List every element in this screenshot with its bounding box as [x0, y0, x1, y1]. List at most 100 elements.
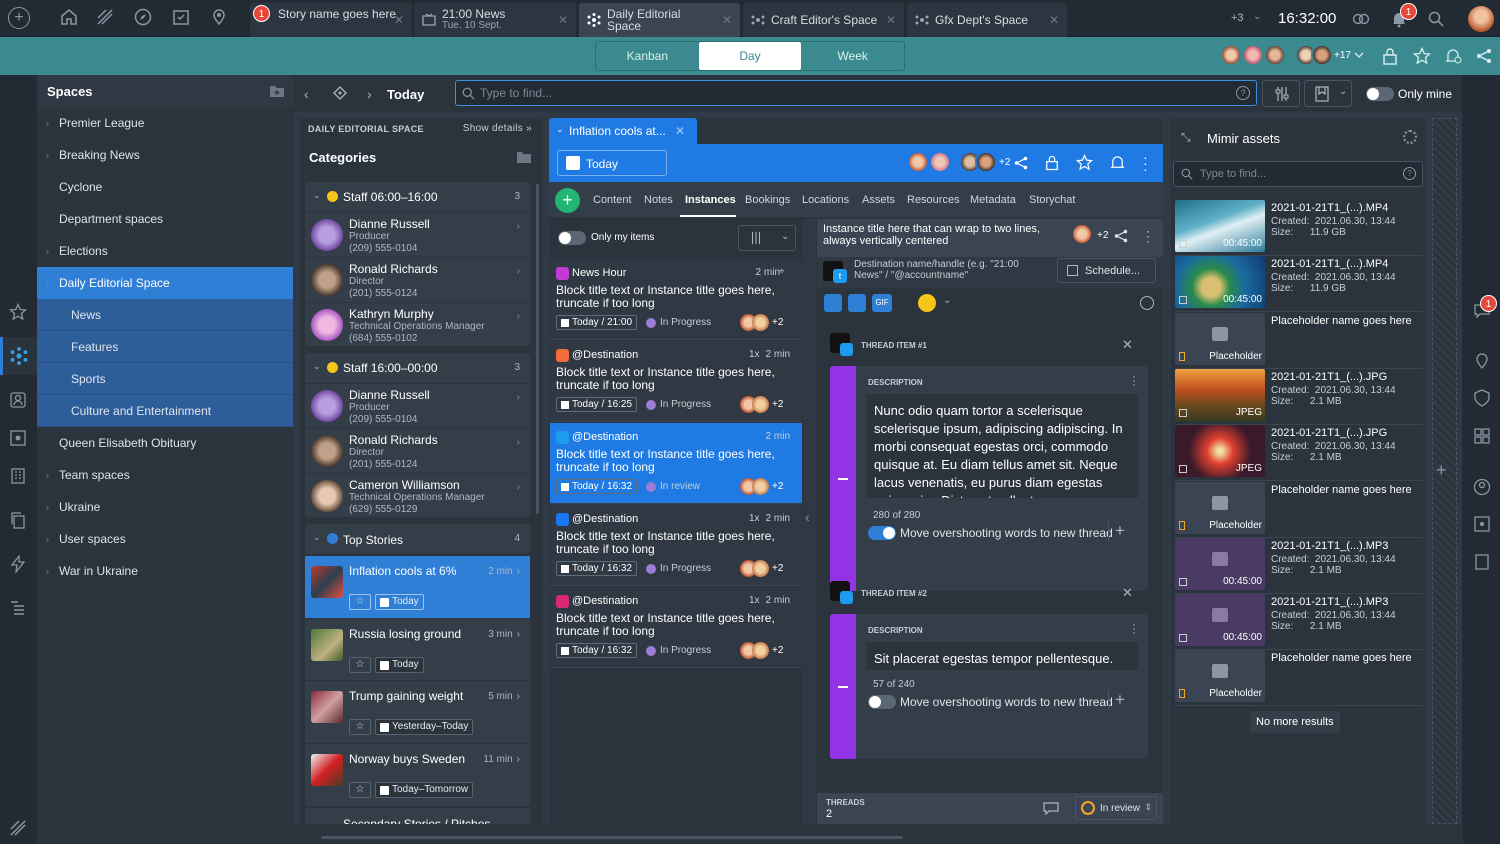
- sidebar-item[interactable]: › Breaking News: [37, 139, 293, 171]
- sidebar-item[interactable]: Department spaces: [37, 203, 293, 235]
- contacts-icon[interactable]: [9, 391, 27, 409]
- close-icon[interactable]: ✕: [722, 14, 732, 26]
- collapse-handle[interactable]: ‹: [803, 219, 816, 824]
- avatars-more[interactable]: +2: [999, 157, 1010, 168]
- asset-item[interactable]: Placeholder Placeholder name goes here: [1175, 481, 1423, 538]
- instance-card[interactable]: @Destination 1x 2 min Block title text or I…: [550, 587, 802, 668]
- sidebar-item[interactable]: Culture and Entertainment: [37, 395, 293, 427]
- close-icon[interactable]: ✕: [1049, 14, 1059, 26]
- copy-icon[interactable]: [9, 511, 27, 529]
- shield-icon[interactable]: [1473, 389, 1491, 407]
- view-week[interactable]: Week: [801, 42, 904, 70]
- spaces-nav[interactable]: [0, 337, 37, 375]
- target-icon[interactable]: [333, 86, 347, 100]
- collapse-arrows-icon[interactable]: ⤡: [1181, 130, 1191, 145]
- compass-icon[interactable]: [134, 8, 156, 30]
- sidebar-item[interactable]: Queen Elisabeth Obituary: [37, 427, 293, 459]
- sidebar-item[interactable]: › Team spaces: [37, 459, 293, 491]
- asset-item[interactable]: Placeholder Placeholder name goes here: [1175, 312, 1423, 369]
- follow-bell-icon[interactable]: [1444, 47, 1462, 65]
- show-details-link[interactable]: Show details »: [463, 123, 532, 134]
- star-icon[interactable]: ☆: [349, 594, 371, 610]
- move-words-toggle[interactable]: [868, 526, 896, 540]
- add-icon[interactable]: +: [1436, 460, 1447, 481]
- star-icon[interactable]: ☆: [349, 656, 371, 673]
- subtab-content[interactable]: Content: [593, 194, 632, 206]
- back-arrow-icon[interactable]: ‹: [304, 86, 309, 102]
- image-insert-icon[interactable]: [848, 294, 866, 312]
- close-icon[interactable]: ✕: [394, 14, 404, 26]
- more-vertical-icon[interactable]: · · ·: [1143, 150, 1148, 176]
- emoji-icon[interactable]: [918, 294, 936, 312]
- instance-card[interactable]: @Destination 2 min Block title text or Ins…: [550, 423, 802, 504]
- asset-item[interactable]: 00:45:00 2021-01-21T1_(...).MP4 Created: 2…: [1175, 256, 1423, 313]
- subtab-assets[interactable]: Assets: [862, 194, 895, 206]
- person-row[interactable]: Dianne Russell Producer (209) 555-0104 ›: [305, 383, 530, 428]
- sidebar-item[interactable]: Sports: [37, 363, 293, 395]
- category-group-header[interactable]: ⌄ Top Stories 4: [305, 524, 530, 554]
- network-icon[interactable]: [1473, 515, 1491, 533]
- asset-item[interactable]: Placeholder Placeholder name goes here: [1175, 650, 1423, 707]
- star-icon[interactable]: [1076, 154, 1093, 171]
- close-icon[interactable]: ✕: [1122, 585, 1133, 601]
- story-item[interactable]: Inflation cools at 6% 2 min › ☆ Today: [305, 555, 530, 618]
- video-insert-icon[interactable]: [824, 294, 842, 312]
- sidebar-item[interactable]: › Elections: [37, 235, 293, 267]
- sidebar-item[interactable]: › User spaces: [37, 523, 293, 555]
- location-icon[interactable]: [1473, 352, 1491, 370]
- only-my-items-toggle[interactable]: [558, 231, 586, 245]
- subtab-metadata[interactable]: Metadata: [970, 194, 1016, 206]
- add-icon[interactable]: +: [555, 188, 580, 213]
- description-textarea[interactable]: Nunc odio quam tortor a scelerisque scel…: [866, 394, 1138, 498]
- story-item[interactable]: Norway buys Sweden 11 min › ☆ Today–Tomorrow: [305, 742, 530, 806]
- asset-item[interactable]: 00:45:00 2021-01-21T1_(...).MP3 Created: 2…: [1175, 594, 1423, 651]
- star-icon[interactable]: ☆: [349, 781, 371, 798]
- tab-craft-editor[interactable]: Craft Editor's Space ✕: [743, 3, 904, 37]
- schedule-button[interactable]: Schedule...: [1057, 258, 1156, 283]
- subtab-storychat[interactable]: Storychat: [1029, 194, 1075, 206]
- location-icon[interactable]: [210, 8, 232, 30]
- person-row[interactable]: Dianne Russell Producer (209) 555-0104 ›: [305, 212, 530, 257]
- saved-search-button[interactable]: ⌄: [1304, 80, 1352, 107]
- home-icon[interactable]: [60, 8, 82, 30]
- lock-icon[interactable]: [1045, 154, 1059, 171]
- share-icon[interactable]: [1113, 228, 1129, 244]
- tab-gfx-dept[interactable]: Gfx Dept's Space ✕: [907, 3, 1067, 37]
- add-icon[interactable]: +: [1108, 521, 1125, 541]
- add-icon[interactable]: +: [1108, 690, 1125, 710]
- tools-icon[interactable]: [9, 819, 27, 837]
- close-icon[interactable]: ✕: [558, 14, 568, 26]
- horizontal-scroll-thumb[interactable]: [321, 836, 903, 839]
- only-mine-toggle[interactable]: [1366, 87, 1394, 101]
- asset-item[interactable]: JPEG 2021-01-21T1_(...).JPG Created: 2021.…: [1175, 368, 1423, 425]
- lock-icon[interactable]: [1382, 47, 1398, 65]
- mimir-search-input[interactable]: Type to find... ?: [1173, 161, 1423, 187]
- subtab-resources[interactable]: Resources: [907, 194, 960, 206]
- user-circle-icon[interactable]: [1473, 478, 1491, 496]
- move-words-toggle[interactable]: [868, 695, 896, 709]
- instance-card[interactable]: @Destination 1x 2 min Block title text or I…: [550, 505, 802, 586]
- person-row[interactable]: Cameron Williamson Technical Operations M…: [305, 473, 530, 518]
- bolt-icon[interactable]: [9, 555, 27, 573]
- star-icon[interactable]: ☆: [349, 719, 371, 735]
- sidebar-item[interactable]: News: [37, 299, 293, 331]
- add-icon[interactable]: +: [8, 7, 30, 29]
- sidebar-item[interactable]: › War in Ukraine: [37, 555, 293, 587]
- instance-filter-button[interactable]: ⌄: [738, 225, 796, 251]
- building-icon[interactable]: [9, 467, 27, 485]
- subtab-instances[interactable]: Instances: [685, 194, 736, 206]
- calendar-icon[interactable]: [172, 8, 194, 30]
- more-vertical-icon[interactable]: · · ·: [1132, 370, 1136, 390]
- story-item[interactable]: Trump gaining weight 5 min › ☆ Yesterday–Tod…: [305, 680, 530, 743]
- share-icon[interactable]: [1475, 47, 1493, 65]
- forward-arrow-icon[interactable]: ›: [367, 86, 372, 102]
- comment-icon[interactable]: [1043, 801, 1059, 815]
- avatars-more[interactable]: +2: [1097, 230, 1108, 241]
- tab-news[interactable]: 21:00 News Tue. 10 Sept. ✕: [414, 3, 576, 37]
- review-status-select[interactable]: In review ⇕: [1075, 796, 1157, 820]
- asset-item[interactable]: 00:45:00 2021-01-21T1_(...).MP4 Created: 2…: [1175, 200, 1423, 256]
- more-vertical-icon[interactable]: · · ·: [1132, 618, 1136, 638]
- gif-insert-icon[interactable]: GIF: [872, 294, 892, 312]
- scrollbar[interactable]: [536, 184, 539, 514]
- tab-daily-editorial[interactable]: Daily Editorial Space ✕: [579, 3, 740, 37]
